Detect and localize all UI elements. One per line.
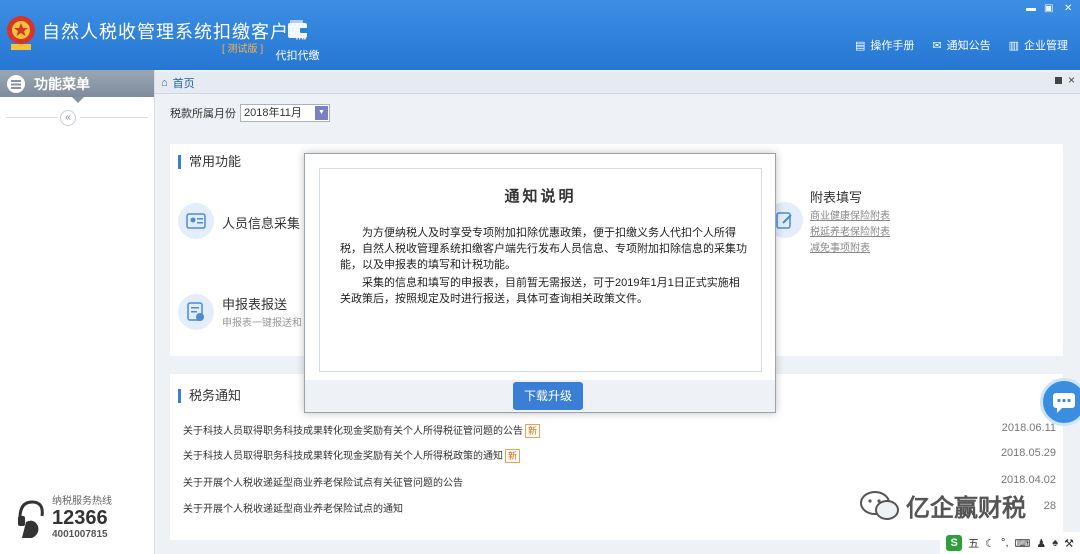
- dialog-paragraph: 采集的信息和填写的申报表，目前暂无需报送，可于2019年1月1日正式实施相关政策…: [340, 277, 740, 305]
- exemption-attach-link[interactable]: 减免事项附表: [810, 239, 870, 254]
- download-upgrade-button[interactable]: 下载升级: [513, 382, 583, 410]
- dialog-title: 通知说明: [504, 188, 577, 205]
- top-links: ▤ 操作手册 ✉ 通知公告 ▥ 企业管理: [855, 37, 1068, 53]
- breadcrumb-home[interactable]: 首页: [173, 75, 195, 91]
- user-icon[interactable]: ♟: [1036, 537, 1046, 550]
- dropdown-arrow-icon[interactable]: ▼: [315, 106, 328, 120]
- new-badge: 新: [505, 449, 521, 463]
- notice-item[interactable]: 关于科技人员取得职务科技成果转化现金奖励有关个人所得税征管问题的公告新 2018…: [183, 422, 1056, 438]
- building-icon: ▥: [1008, 39, 1019, 52]
- enterprise-label: 企业管理: [1024, 40, 1068, 52]
- close-icon[interactable]: ✕: [1064, 3, 1072, 14]
- skin-icon[interactable]: ♠: [1052, 537, 1058, 549]
- watermark-text: 亿企赢财税: [906, 495, 1026, 522]
- sogou-icon[interactable]: S: [946, 535, 963, 551]
- app-title: 自然人税收管理系统扣缴客户端: [42, 22, 308, 42]
- divider: [6, 117, 58, 118]
- enterprise-link[interactable]: ▥ 企业管理: [1009, 37, 1068, 53]
- sidebar-title: 功能菜单: [34, 75, 90, 92]
- headset-icon: [18, 500, 44, 538]
- minimize-icon[interactable]: ▬: [1026, 3, 1036, 14]
- sidebar: 功能菜单 « 纳税服务热线 12366 4001007815: [0, 70, 155, 554]
- notice-item[interactable]: 关于科技人员取得职务科技成果转化现金奖励有关个人所得税政策的通知新 2018.0…: [183, 447, 1056, 463]
- hotline: 纳税服务热线 12366 4001007815: [16, 492, 112, 540]
- ime-mode-label[interactable]: 五: [968, 535, 979, 551]
- tools-icon[interactable]: ⚒: [1064, 537, 1074, 550]
- daikou-module-button[interactable]: 代扣代缴: [270, 18, 325, 63]
- notice-dialog: 通知说明 为方便纳税人及时享受专项附加扣除优惠政策，便于扣缴义务人代扣个人所得税…: [304, 153, 776, 413]
- personnel-icon[interactable]: [178, 203, 214, 239]
- wechat-icon: [860, 490, 899, 520]
- manual-icon: ▤: [854, 39, 866, 52]
- month-row: 税款所属月份 2018年11月 ▼: [170, 104, 330, 122]
- manual-label: 操作手册: [870, 40, 915, 52]
- hotline-alt-number: 4001007815: [52, 529, 108, 540]
- tax-notice-title: 税务通知: [178, 389, 241, 403]
- month-value: 2018年11月: [244, 107, 302, 119]
- new-badge: 新: [525, 424, 541, 438]
- daikou-label: 代扣代缴: [275, 50, 320, 62]
- notice-label: 通知公告: [946, 40, 991, 52]
- tab-close-icon[interactable]: ×: [1068, 73, 1075, 87]
- punctuation-icon[interactable]: °,: [1001, 537, 1008, 549]
- personnel-collect-link[interactable]: 人员信息采集: [222, 213, 300, 232]
- dialog-content: 通知说明 为方便纳税人及时享受专项附加扣除优惠政策，便于扣缴义务人代扣个人所得税…: [319, 168, 762, 372]
- report-icon[interactable]: [178, 294, 214, 330]
- notice-text: 关于开展个人税收递延型商业养老保险试点有关征管问题的公告: [183, 478, 463, 489]
- notice-text: 关于科技人员取得职务科技成果转化现金奖励有关个人所得税征管问题的公告: [183, 426, 523, 437]
- tab-maximize-icon[interactable]: [1055, 77, 1062, 84]
- health-insurance-attach-link[interactable]: 商业健康保险附表: [810, 207, 890, 222]
- report-desc: 申报表一键报送和: [222, 318, 302, 329]
- attach-title: 附表填写: [810, 190, 863, 205]
- hotline-label: 纳税服务热线: [52, 496, 112, 507]
- breadcrumb: ⌂ 首页 ×: [155, 72, 1080, 94]
- notice-link[interactable]: ✉ 通知公告: [932, 37, 990, 53]
- moon-icon[interactable]: ☾: [985, 537, 995, 550]
- notice-date: 2018.04.02: [1000, 474, 1056, 486]
- notice-date: 2018.06.11: [1001, 422, 1056, 434]
- collapse-button[interactable]: «: [60, 110, 76, 126]
- month-select[interactable]: 2018年11月 ▼: [240, 104, 330, 122]
- keyboard-icon[interactable]: ⌨: [1015, 537, 1031, 550]
- report-submit-link[interactable]: 申报表报送: [222, 294, 287, 313]
- mail-icon: ✉: [932, 39, 942, 52]
- notice-date: 28: [1043, 500, 1056, 512]
- national-emblem-icon: [7, 16, 35, 50]
- common-functions-title: 常用功能: [178, 155, 241, 169]
- dialog-paragraph: 为方便纳税人及时享受专项附加扣除优惠政策，便于扣缴义务人代扣个人所得税，自然人税…: [340, 227, 747, 271]
- system-tray: S 五 ☾ °, ⌨ ♟ ♠ ⚒: [940, 532, 1080, 554]
- month-label: 税款所属月份: [170, 108, 236, 120]
- wallet-icon: [287, 20, 308, 38]
- menu-icon: [7, 74, 25, 93]
- sidebar-header: 功能菜单: [0, 70, 154, 103]
- edition-badge: [ 测试版 ]: [222, 44, 264, 55]
- app-header: 自然人税收管理系统扣缴客户端 [ 测试版 ] 代扣代缴 ▬ ▣ ✕ ▤ 操作手册…: [0, 0, 1080, 70]
- manual-link[interactable]: ▤ 操作手册: [855, 37, 914, 53]
- home-icon: ⌂: [161, 76, 168, 89]
- sidebar-caret: [72, 97, 84, 103]
- maximize-icon[interactable]: ▣: [1044, 3, 1053, 14]
- notice-text: 关于开展个人税收递延型商业养老保险试点的通知: [183, 504, 403, 515]
- hotline-number: 12366: [52, 507, 108, 529]
- watermark: 亿企赢财税: [858, 488, 1026, 523]
- notice-date: 2018.05.29: [1000, 447, 1056, 459]
- notice-text: 关于科技人员取得职务科技成果转化现金奖励有关个人所得税政策的通知: [183, 451, 503, 462]
- chat-icon: [1053, 393, 1075, 413]
- pension-insurance-attach-link[interactable]: 税延养老保险附表: [810, 223, 890, 238]
- chat-button[interactable]: [1040, 378, 1080, 426]
- divider: [80, 117, 148, 118]
